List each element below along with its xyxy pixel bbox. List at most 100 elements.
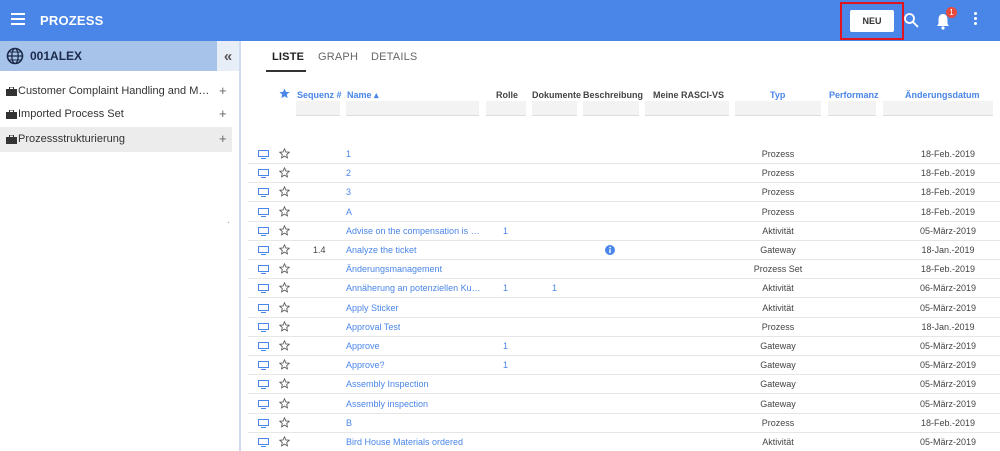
cell-role[interactable]: 1 <box>503 341 508 351</box>
table-row[interactable]: Änderungsmanagement Prozess Set 18-Feb.-20… <box>248 260 1000 280</box>
cell-name-link[interactable]: Approve? <box>346 360 385 370</box>
add-icon[interactable]: + <box>219 106 227 121</box>
table-row[interactable]: 3 Prozess 18-Feb.-2019 <box>248 183 1000 203</box>
star-outline-icon[interactable] <box>279 148 290 159</box>
monitor-icon[interactable] <box>258 169 269 179</box>
add-icon[interactable]: + <box>219 131 227 146</box>
monitor-icon[interactable] <box>258 303 269 313</box>
filter-description[interactable] <box>583 101 639 116</box>
more-vert-icon[interactable] <box>972 12 978 28</box>
filter-type[interactable] <box>735 101 821 116</box>
column-header-sequence[interactable]: Sequenz # <box>297 90 342 100</box>
column-header-name[interactable]: Name ▴ <box>347 90 379 101</box>
star-filled-icon[interactable] <box>279 88 290 99</box>
menu-icon[interactable] <box>11 13 25 25</box>
filter-changed[interactable] <box>883 101 993 116</box>
monitor-icon[interactable] <box>258 418 269 428</box>
cell-name-link[interactable]: Approve <box>346 341 380 351</box>
filter-documents[interactable] <box>532 101 577 116</box>
cell-name-link[interactable]: 3 <box>346 187 351 197</box>
cell-role[interactable]: 1 <box>503 226 508 236</box>
star-outline-icon[interactable] <box>279 340 290 351</box>
cell-name-link[interactable]: Assembly Inspection <box>346 379 429 389</box>
cell-name-link[interactable]: Analyze the ticket <box>346 245 417 255</box>
cell-documents[interactable]: 1 <box>552 283 557 293</box>
star-outline-icon[interactable] <box>279 436 290 447</box>
tab-liste[interactable]: LISTE <box>272 51 304 63</box>
monitor-icon[interactable] <box>258 188 269 198</box>
star-outline-icon[interactable] <box>279 224 290 236</box>
search-icon[interactable] <box>903 12 919 28</box>
filter-performance[interactable] <box>828 101 876 116</box>
column-header-documents[interactable]: Dokumente <box>532 90 581 100</box>
table-row[interactable]: Approve 1 Gateway 05-März-2019 <box>248 337 1000 356</box>
star-outline-icon[interactable] <box>279 301 290 313</box>
cell-name-link[interactable]: Assembly inspection <box>346 399 428 409</box>
star-outline-icon[interactable] <box>279 320 290 332</box>
filter-role[interactable] <box>486 101 526 116</box>
cell-name-link[interactable]: A <box>346 207 352 217</box>
star-outline-icon[interactable] <box>279 263 290 274</box>
tab-graph[interactable]: GRAPH <box>318 51 358 63</box>
tab-details[interactable]: DETAILS <box>371 51 417 63</box>
monitor-icon[interactable] <box>258 265 269 275</box>
monitor-icon[interactable] <box>258 399 269 409</box>
star-outline-icon[interactable] <box>279 378 290 390</box>
monitor-icon[interactable] <box>258 226 269 236</box>
star-outline-icon[interactable] <box>279 167 290 178</box>
filter-name[interactable] <box>346 101 479 116</box>
table-row[interactable]: B Prozess 18-Feb.-2019 <box>248 414 1000 433</box>
monitor-icon[interactable] <box>258 438 269 447</box>
star-outline-icon[interactable] <box>279 359 290 370</box>
column-header-performance[interactable]: Performanz <box>829 90 879 100</box>
cell-name-link[interactable]: Annäherung an potenziellen Kun... <box>346 283 481 293</box>
table-row[interactable]: Annäherung an potenziellen Kun... 1 1 Aktiv… <box>248 279 1000 299</box>
monitor-icon[interactable] <box>258 246 269 255</box>
filter-sequence[interactable] <box>296 101 340 116</box>
table-row[interactable]: 1.4 Analyze the ticket Gateway 18-Jan.-2019 <box>248 241 1000 260</box>
table-row[interactable]: Approval Test Prozess 18-Jan.-2019 <box>248 318 1000 337</box>
table-row[interactable]: Advise on the compensation is le... 1 Akti… <box>248 222 1000 241</box>
collapse-sidebar-button[interactable]: « <box>217 41 239 71</box>
star-outline-icon[interactable] <box>279 205 290 217</box>
monitor-icon[interactable] <box>258 150 269 159</box>
table-row[interactable]: Approve? 1 Gateway 05-März-2019 <box>248 356 1000 376</box>
cell-role[interactable]: 1 <box>503 360 508 370</box>
info-icon[interactable] <box>605 245 615 255</box>
table-row[interactable]: A Prozess 18-Feb.-2019 <box>248 203 1000 222</box>
table-row[interactable]: 2 Prozess 18-Feb.-2019 <box>248 164 1000 184</box>
workspace-header[interactable]: 001ALEX <box>0 41 217 71</box>
star-outline-icon[interactable] <box>279 397 290 409</box>
table-row[interactable]: Apply Sticker Aktivität 05-März-2019 <box>248 299 1000 318</box>
star-outline-icon[interactable] <box>279 282 290 294</box>
star-outline-icon[interactable] <box>279 244 290 255</box>
monitor-icon[interactable] <box>258 361 269 371</box>
star-outline-icon[interactable] <box>279 186 290 198</box>
cell-name-link[interactable]: 1 <box>346 149 351 159</box>
cell-name-link[interactable]: Apply Sticker <box>346 303 399 313</box>
sidebar-item-imported-process-set[interactable]: Imported Process Set + <box>0 102 232 127</box>
star-outline-icon[interactable] <box>279 416 290 428</box>
monitor-icon[interactable] <box>258 380 269 390</box>
cell-name-link[interactable]: Approval Test <box>346 322 400 332</box>
cell-name-link[interactable]: Bird House Materials ordered <box>346 437 463 447</box>
monitor-icon[interactable] <box>258 284 269 294</box>
column-header-changed[interactable]: Änderungsdatum <box>905 90 980 100</box>
table-row[interactable]: 1 Prozess 18-Feb.-2019 <box>248 145 1000 164</box>
column-header-type[interactable]: Typ <box>770 90 785 100</box>
table-row[interactable]: Assembly inspection Gateway 05-März-2019 <box>248 395 1000 414</box>
add-icon[interactable]: + <box>219 83 227 98</box>
monitor-icon[interactable] <box>258 207 269 217</box>
cell-name-link[interactable]: Advise on the compensation is le... <box>346 226 481 236</box>
column-header-rasci[interactable]: Meine RASCI-VS <box>653 90 724 100</box>
sidebar-item-customer-complaint[interactable]: Customer Complaint Handling and Managem.… <box>0 79 232 104</box>
monitor-icon[interactable] <box>258 322 269 332</box>
cell-name-link[interactable]: Änderungsmanagement <box>346 264 442 274</box>
filter-rasci[interactable] <box>645 101 729 116</box>
table-row[interactable]: Assembly Inspection Gateway 05-März-2019 <box>248 375 1000 395</box>
cell-name-link[interactable]: 2 <box>346 168 351 178</box>
monitor-icon[interactable] <box>258 342 269 351</box>
new-button[interactable]: NEU <box>850 10 894 32</box>
cell-name-link[interactable]: B <box>346 418 352 428</box>
column-header-description[interactable]: Beschreibung <box>583 90 643 100</box>
